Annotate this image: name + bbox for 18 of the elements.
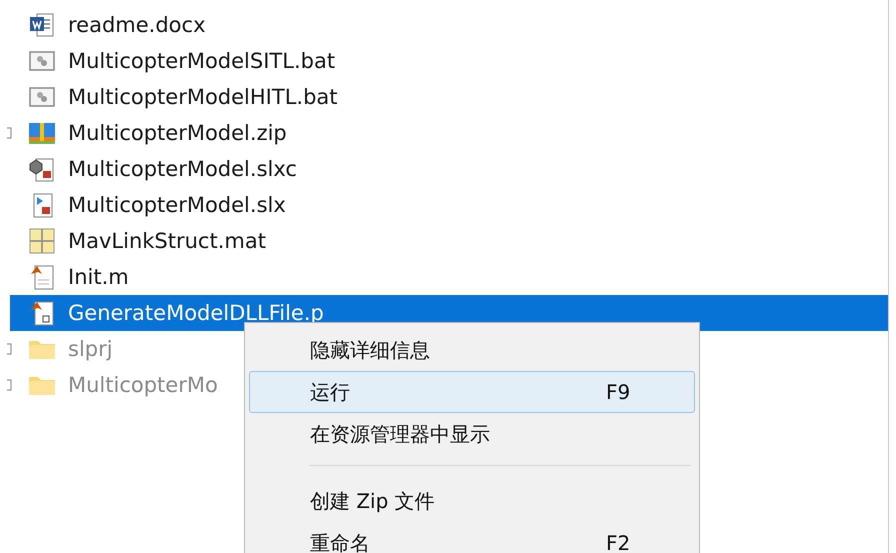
- file-name: Init.m: [68, 265, 129, 289]
- file-name: slprj: [68, 337, 113, 361]
- menu-item-label: 重命名: [310, 530, 371, 553]
- file-name: MulticopterModelHITL.bat: [68, 85, 338, 109]
- file-name: MulticopterMo: [68, 373, 218, 397]
- file-name: MulticopterModelSITL.bat: [68, 49, 336, 73]
- shortcut-text: F2: [606, 531, 630, 553]
- menu-item-label: 运行: [310, 378, 351, 406]
- file-name: MulticopterModel.slx: [68, 193, 286, 217]
- file-name: MulticopterModel.slxc: [68, 157, 297, 181]
- file-name: GenerateModelDLLFile.p: [68, 301, 324, 325]
- file-name: MulticopterModel.zip: [68, 121, 287, 145]
- menu-item-label: 在资源管理器中显示: [310, 420, 491, 448]
- shortcut-text: F9: [606, 380, 630, 404]
- menu-item-label: 创建 Zip 文件: [310, 488, 436, 514]
- menu-item-label: 隐藏详细信息: [310, 336, 431, 364]
- file-name: MavLinkStruct.mat: [68, 229, 266, 253]
- file-name: readme.docx: [68, 13, 206, 37]
